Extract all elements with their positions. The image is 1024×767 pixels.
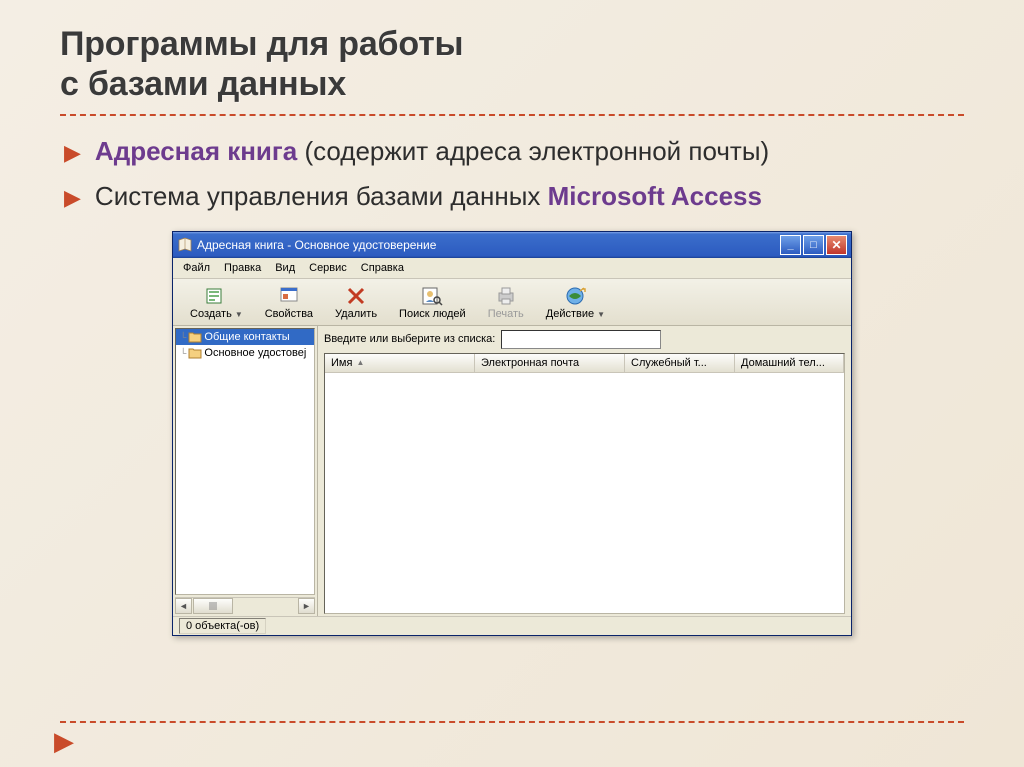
menu-file[interactable]: Файл [177, 260, 216, 276]
contact-list[interactable]: Имя▲ Электронная почта Служебный т... До… [324, 353, 845, 614]
menu-edit[interactable]: Правка [218, 260, 267, 276]
chevron-down-icon: ▼ [235, 310, 243, 319]
tree-main-label: Основное удостовеј [204, 347, 306, 359]
action-label: Действие [546, 308, 594, 320]
action-button[interactable]: Действие▼ [537, 281, 614, 323]
properties-label: Свойства [265, 308, 313, 320]
folder-icon [188, 347, 202, 359]
folder-icon [188, 331, 202, 343]
search-label: Введите или выберите из списка: [324, 333, 495, 345]
bullet-1-emph: Адресная книга [95, 136, 297, 166]
bullet-1-rest: (содержит адреса электронной почты) [297, 136, 769, 166]
slide-title: Программы для работы с базами данных [60, 24, 964, 104]
titlebar[interactable]: Адресная книга - Основное удостоверение … [173, 232, 851, 258]
print-label: Печать [488, 308, 524, 320]
list-header: Имя▲ Электронная почта Служебный т... До… [325, 354, 844, 373]
address-book-icon [177, 237, 193, 253]
find-people-button[interactable]: Поиск людей [390, 281, 475, 323]
status-bar: 0 объекта(-ов) [173, 616, 851, 635]
column-email[interactable]: Электронная почта [475, 354, 625, 372]
bullet-item-2: ▶ Система управления базами данных Micro… [64, 179, 964, 213]
tree-junction-icon: └ [180, 348, 186, 358]
sort-asc-icon: ▲ [356, 358, 364, 367]
slide-marker-icon: ▶ [54, 726, 74, 757]
bullet-arrow-icon: ▶ [64, 183, 81, 212]
menu-help[interactable]: Справка [355, 260, 410, 276]
column-home-phone[interactable]: Домашний тел... [735, 354, 844, 372]
delete-icon [345, 285, 367, 307]
chevron-down-icon: ▼ [597, 310, 605, 319]
title-divider [60, 114, 964, 116]
menu-view[interactable]: Вид [269, 260, 301, 276]
delete-button[interactable]: Удалить [326, 281, 386, 323]
list-body[interactable] [325, 373, 844, 613]
bullet-2-prefix: Система управления базами данных [95, 181, 548, 211]
bullet-2-emph: Microsoft Access [548, 181, 762, 211]
content-area: └ Общие контакты └ Основное удостовеј ◄ [173, 326, 851, 616]
address-book-window: Адресная книга - Основное удостоверение … [172, 231, 852, 636]
close-button[interactable]: ✕ [826, 235, 847, 255]
toolbar: Создать▼ Свойства Удалить Поиск людей Пе… [173, 279, 851, 326]
find-people-icon [421, 285, 443, 307]
window-title: Адресная книга - Основное удостоверение [197, 238, 780, 252]
scroll-thumb[interactable] [193, 598, 233, 614]
create-label: Создать [190, 308, 232, 320]
minimize-button[interactable]: _ [780, 235, 801, 255]
search-input[interactable] [501, 330, 661, 349]
tree-shared-label: Общие контакты [204, 331, 289, 343]
tree-item-shared[interactable]: └ Общие контакты [176, 329, 314, 345]
contact-tree[interactable]: └ Общие контакты └ Основное удостовеј [175, 328, 315, 595]
bullet-list: ▶ Адресная книга (содержит адреса электр… [60, 134, 964, 213]
create-button[interactable]: Создать▼ [181, 281, 252, 323]
menu-tools[interactable]: Сервис [303, 260, 353, 276]
status-count: 0 объекта(-ов) [179, 618, 266, 634]
horizontal-scrollbar[interactable]: ◄ ► [175, 597, 315, 614]
column-name[interactable]: Имя▲ [325, 354, 475, 372]
scroll-left-button[interactable]: ◄ [175, 598, 192, 614]
title-line-1: Программы для работы [60, 25, 463, 63]
properties-icon [278, 285, 300, 307]
delete-label: Удалить [335, 308, 377, 320]
maximize-button[interactable]: □ [803, 235, 824, 255]
menu-bar: Файл Правка Вид Сервис Справка [173, 258, 851, 279]
bullet-arrow-icon: ▶ [64, 138, 81, 167]
find-label: Поиск людей [399, 308, 466, 320]
window-controls: _ □ ✕ [780, 235, 847, 255]
bullet-item-1: ▶ Адресная книга (содержит адреса электр… [64, 134, 964, 168]
main-pane: Введите или выберите из списка: Имя▲ Эле… [318, 326, 851, 616]
footer-divider [60, 721, 964, 723]
tree-item-main[interactable]: └ Основное удостовеј [176, 345, 314, 361]
column-work-phone[interactable]: Служебный т... [625, 354, 735, 372]
print-icon [495, 285, 517, 307]
tree-junction-icon: └ [180, 332, 186, 342]
new-contact-icon [205, 285, 227, 307]
properties-button[interactable]: Свойства [256, 281, 322, 323]
search-row: Введите или выберите из списка: [324, 330, 845, 349]
scroll-right-button[interactable]: ► [298, 598, 315, 614]
scroll-track[interactable] [233, 598, 298, 614]
tree-pane: └ Общие контакты └ Основное удостовеј ◄ [173, 326, 318, 616]
print-button[interactable]: Печать [479, 281, 533, 323]
action-icon [564, 285, 586, 307]
title-line-2: с базами данных [60, 65, 346, 103]
